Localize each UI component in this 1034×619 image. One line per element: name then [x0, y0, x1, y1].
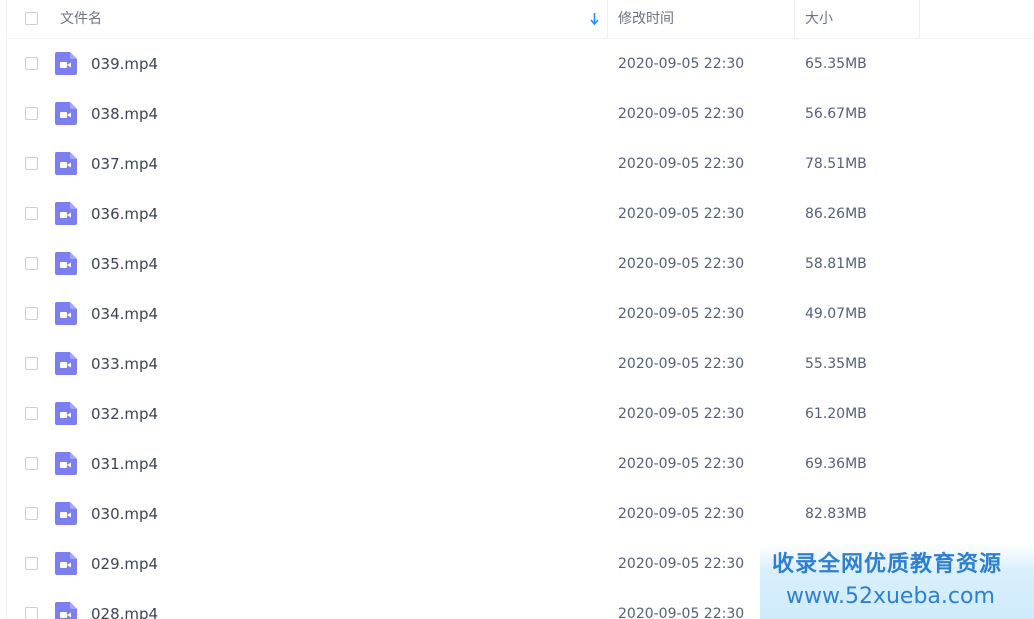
file-size: 69.36MB [805, 456, 867, 472]
row-checkbox[interactable] [25, 157, 38, 170]
table-row[interactable]: 039.mp4 2020-09-05 22:30 65.35MB [7, 39, 1034, 89]
file-size: 49.07MB [805, 306, 867, 322]
row-checkbox[interactable] [25, 607, 38, 619]
column-header-name-label: 文件名 [60, 11, 102, 27]
table-header: 文件名 修改时间 大小 [7, 0, 1034, 39]
column-header-modified[interactable]: 修改时间 [618, 0, 674, 38]
file-name[interactable]: 035.mp4 [91, 239, 158, 289]
column-header-size-label: 大小 [805, 11, 833, 27]
video-file-icon [55, 502, 77, 525]
table-row[interactable]: 031.mp4 2020-09-05 22:30 69.36MB [7, 439, 1034, 489]
sort-down-arrow-icon[interactable] [590, 12, 599, 26]
video-file-icon [55, 302, 77, 325]
file-list-view: 文件名 修改时间 大小 039.mp4 2020-09-05 22:30 65.… [0, 0, 1034, 619]
table-row[interactable]: 034.mp4 2020-09-05 22:30 49.07MB [7, 289, 1034, 339]
row-checkbox[interactable] [25, 507, 38, 520]
file-modified: 2020-09-05 22:30 [618, 56, 745, 72]
file-name[interactable]: 029.mp4 [91, 539, 158, 589]
row-checkbox[interactable] [25, 207, 38, 220]
watermark-url: www.52xueba.com [786, 584, 995, 609]
file-modified: 2020-09-05 22:30 [618, 406, 745, 422]
file-name[interactable]: 039.mp4 [91, 39, 158, 89]
video-file-icon [55, 402, 77, 425]
file-modified: 2020-09-05 22:30 [618, 606, 745, 619]
file-size: 55.35MB [805, 356, 867, 372]
video-file-icon [55, 352, 77, 375]
video-file-icon [55, 152, 77, 175]
row-checkbox[interactable] [25, 557, 38, 570]
row-checkbox[interactable] [25, 307, 38, 320]
file-modified: 2020-09-05 22:30 [618, 306, 745, 322]
file-name[interactable]: 036.mp4 [91, 189, 158, 239]
file-name[interactable]: 028.mp4 [91, 589, 158, 619]
file-modified: 2020-09-05 22:30 [618, 256, 745, 272]
video-file-icon [55, 52, 77, 75]
video-file-icon [55, 202, 77, 225]
column-header-size[interactable]: 大小 [805, 0, 833, 38]
column-divider[interactable] [794, 0, 795, 38]
table-row[interactable]: 037.mp4 2020-09-05 22:30 78.51MB [7, 139, 1034, 189]
column-header-name[interactable]: 文件名 [60, 0, 102, 38]
row-checkbox[interactable] [25, 357, 38, 370]
table-row[interactable]: 032.mp4 2020-09-05 22:30 61.20MB [7, 389, 1034, 439]
column-divider[interactable] [919, 0, 920, 38]
video-file-icon [55, 552, 77, 575]
file-modified: 2020-09-05 22:30 [618, 106, 745, 122]
video-file-icon [55, 102, 77, 125]
watermark-banner: 收录全网优质教育资源 www.52xueba.com [760, 544, 1034, 619]
column-header-modified-label: 修改时间 [618, 11, 674, 27]
file-size: 61.20MB [805, 406, 867, 422]
file-name[interactable]: 033.mp4 [91, 339, 158, 389]
table-row[interactable]: 036.mp4 2020-09-05 22:30 86.26MB [7, 189, 1034, 239]
file-modified: 2020-09-05 22:30 [618, 356, 745, 372]
row-checkbox[interactable] [25, 457, 38, 470]
table-row[interactable]: 030.mp4 2020-09-05 22:30 82.83MB [7, 489, 1034, 539]
row-checkbox[interactable] [25, 407, 38, 420]
file-size: 58.81MB [805, 256, 867, 272]
watermark-slogan: 收录全网优质教育资源 [772, 552, 1003, 577]
file-modified: 2020-09-05 22:30 [618, 156, 745, 172]
file-name[interactable]: 031.mp4 [91, 439, 158, 489]
file-modified: 2020-09-05 22:30 [618, 456, 745, 472]
file-name[interactable]: 038.mp4 [91, 89, 158, 139]
row-checkbox[interactable] [25, 57, 38, 70]
table-row[interactable]: 035.mp4 2020-09-05 22:30 58.81MB [7, 239, 1034, 289]
file-modified: 2020-09-05 22:30 [618, 556, 745, 572]
row-checkbox[interactable] [25, 107, 38, 120]
video-file-icon [55, 252, 77, 275]
video-file-icon [55, 602, 77, 619]
video-file-icon [55, 452, 77, 475]
table-row[interactable]: 038.mp4 2020-09-05 22:30 56.67MB [7, 89, 1034, 139]
row-checkbox[interactable] [25, 257, 38, 270]
file-size: 65.35MB [805, 56, 867, 72]
file-name[interactable]: 034.mp4 [91, 289, 158, 339]
file-name[interactable]: 030.mp4 [91, 489, 158, 539]
column-divider[interactable] [607, 0, 608, 38]
file-size: 86.26MB [805, 206, 867, 222]
table-row[interactable]: 033.mp4 2020-09-05 22:30 55.35MB [7, 339, 1034, 389]
file-name[interactable]: 032.mp4 [91, 389, 158, 439]
file-modified: 2020-09-05 22:30 [618, 506, 745, 522]
file-size: 56.67MB [805, 106, 867, 122]
file-size: 78.51MB [805, 156, 867, 172]
file-size: 82.83MB [805, 506, 867, 522]
file-modified: 2020-09-05 22:30 [618, 206, 745, 222]
select-all-checkbox[interactable] [25, 12, 38, 25]
file-name[interactable]: 037.mp4 [91, 139, 158, 189]
